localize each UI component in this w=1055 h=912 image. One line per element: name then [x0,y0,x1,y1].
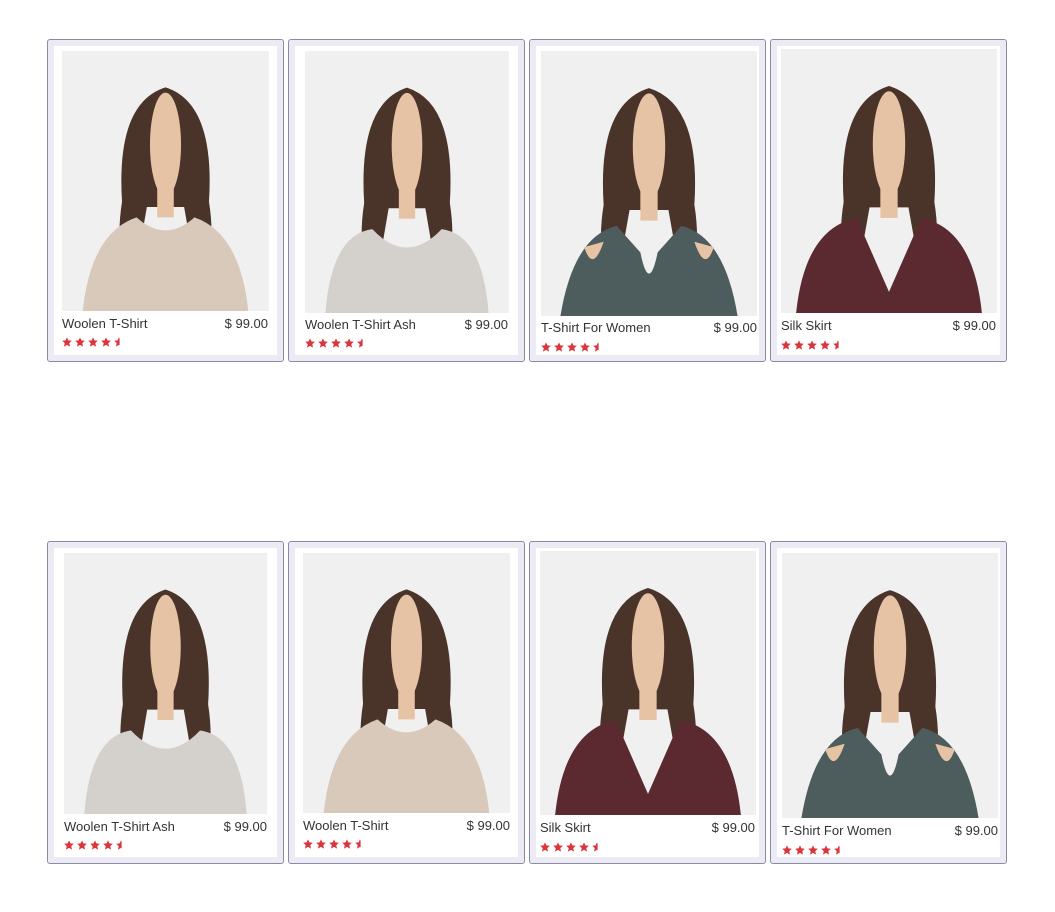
star-icon [77,840,87,850]
product-card[interactable]: Woolen T-Shirt Ash $ 99.00 [288,39,525,362]
product-price: $ 99.00 [954,823,998,838]
model-photo [799,590,981,818]
star-icon [90,840,100,850]
product-price: $ 99.00 [224,316,268,331]
product-name[interactable]: Woolen T-Shirt Ash [64,819,175,834]
product-price: $ 99.00 [466,818,510,833]
star-icon [64,840,74,850]
product-card[interactable]: T-Shirt For Women $ 99.00 [529,39,766,362]
star-icon [303,839,313,849]
half-star-icon [357,338,367,348]
rating-stars [305,338,367,348]
product-name[interactable]: Woolen T-Shirt [62,316,148,331]
product-name[interactable]: T-Shirt For Women [782,823,892,838]
product-price: $ 99.00 [711,820,755,835]
star-icon [540,842,550,852]
star-icon [62,337,72,347]
half-star-icon [834,845,844,855]
half-star-icon [833,340,843,350]
model-photo [558,88,740,316]
star-icon [820,340,830,350]
star-icon [554,342,564,352]
star-icon [103,840,113,850]
star-icon [344,338,354,348]
product-image[interactable] [303,553,510,813]
product-name[interactable]: T-Shirt For Women [541,320,651,335]
star-icon [316,839,326,849]
star-icon [579,842,589,852]
star-icon [807,340,817,350]
star-icon [305,338,315,348]
star-icon [567,342,577,352]
star-icon [794,340,804,350]
star-icon [101,337,111,347]
rating-stars [781,340,843,350]
star-icon [580,342,590,352]
rating-stars [540,842,602,852]
rating-stars [64,840,126,850]
star-icon [795,845,805,855]
product-price: $ 99.00 [952,318,996,333]
star-icon [318,338,328,348]
half-star-icon [116,840,126,850]
half-star-icon [592,842,602,852]
star-icon [782,845,792,855]
star-icon [821,845,831,855]
product-image[interactable] [781,49,997,313]
product-price: $ 99.00 [713,320,757,335]
model-photo [82,87,249,311]
star-icon [808,845,818,855]
product-name[interactable]: Silk Skirt [540,820,591,835]
product-card[interactable]: Silk Skirt $ 99.00 [770,39,1007,362]
product-image[interactable] [62,51,269,311]
product-card[interactable]: Woolen T-Shirt $ 99.00 [288,541,525,864]
star-icon [781,340,791,350]
product-card[interactable]: Silk Skirt $ 99.00 [529,541,766,864]
product-name[interactable]: Woolen T-Shirt Ash [305,317,416,332]
half-star-icon [593,342,603,352]
product-price: $ 99.00 [223,819,267,834]
product-card[interactable]: T-Shirt For Women $ 99.00 [770,541,1007,864]
star-icon [329,839,339,849]
model-photo [323,589,490,813]
model-photo [325,87,489,313]
product-image[interactable] [540,551,756,815]
product-image[interactable] [64,553,267,814]
rating-stars [541,342,603,352]
product-card[interactable]: Woolen T-Shirt Ash $ 99.00 [47,541,284,864]
star-icon [541,342,551,352]
product-card[interactable]: Woolen T-Shirt $ 99.00 [47,39,284,362]
product-image[interactable] [305,51,509,313]
product-image[interactable] [541,51,757,316]
product-name[interactable]: Woolen T-Shirt [303,818,389,833]
half-star-icon [114,337,124,347]
model-photo [796,85,982,313]
rating-stars [62,337,124,347]
star-icon [342,839,352,849]
product-name[interactable]: Silk Skirt [781,318,832,333]
rating-stars [303,839,365,849]
model-photo [555,587,741,815]
star-icon [88,337,98,347]
model-photo [84,589,247,814]
product-price: $ 99.00 [464,317,508,332]
star-icon [331,338,341,348]
rating-stars [782,845,844,855]
star-icon [553,842,563,852]
half-star-icon [355,839,365,849]
product-image[interactable] [782,553,998,818]
star-icon [566,842,576,852]
star-icon [75,337,85,347]
